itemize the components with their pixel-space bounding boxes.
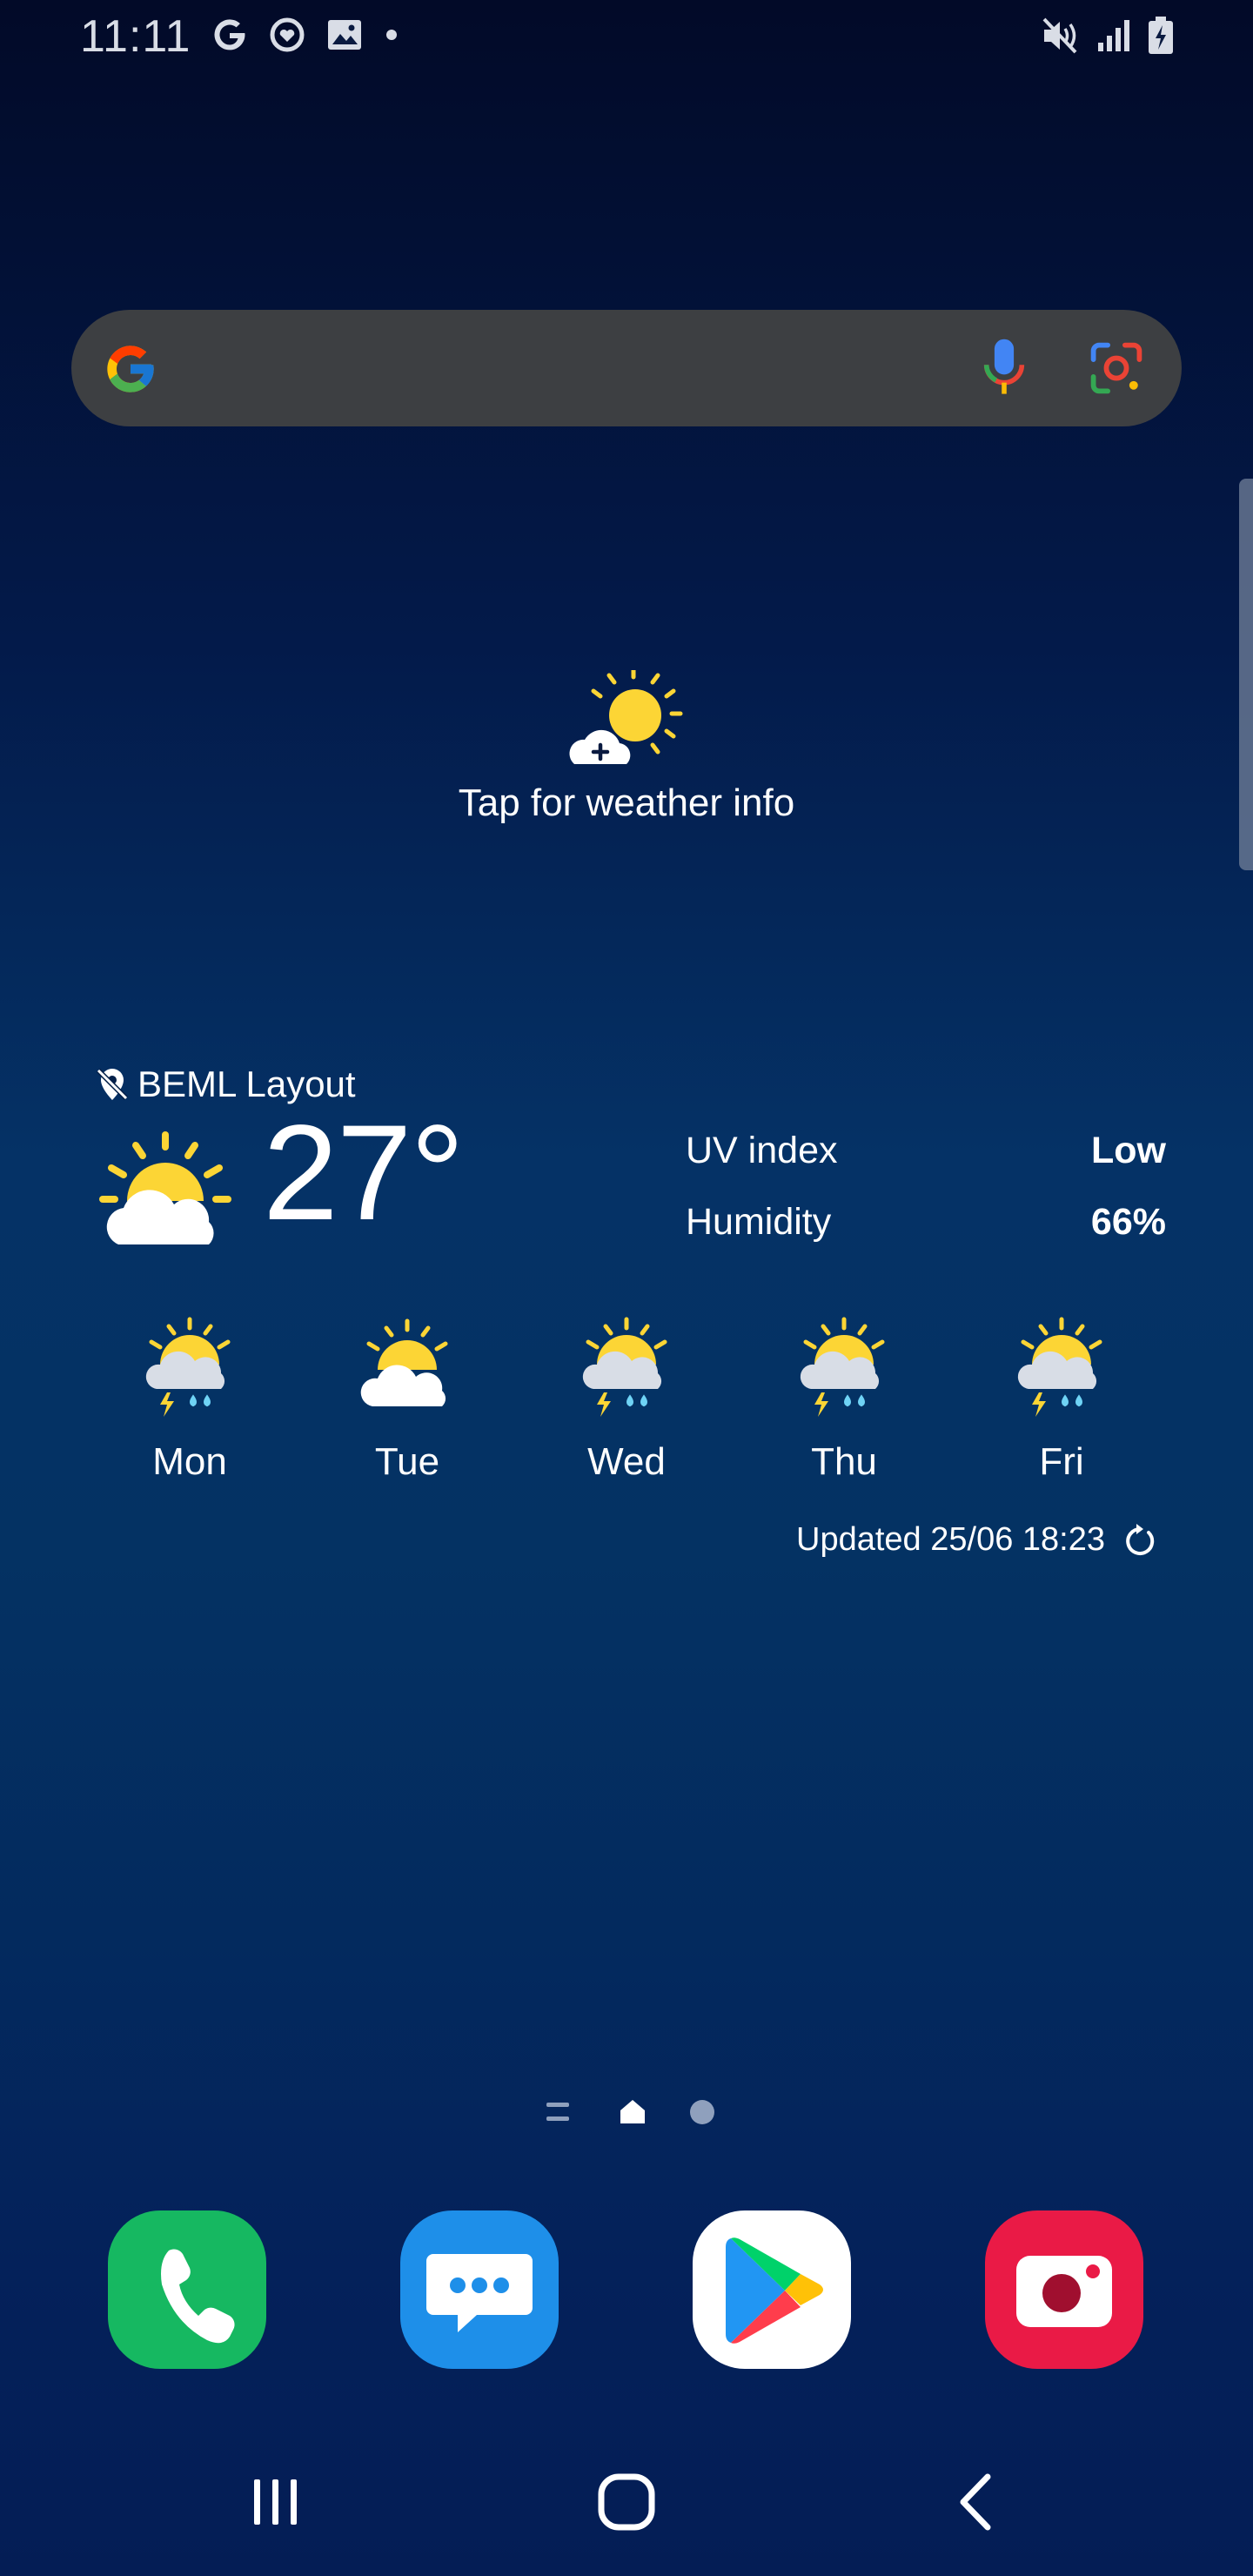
battery-charging-icon: [1149, 17, 1173, 54]
status-icons-left: [211, 16, 400, 54]
forecast-day-label: Mon: [152, 1440, 227, 1483]
thunder-rain-sun-icon: [582, 1317, 667, 1417]
uv-index-label: UV index: [686, 1130, 838, 1171]
forecast-day-wed[interactable]: Wed: [557, 1316, 696, 1484]
lens-icon[interactable]: [1088, 339, 1145, 397]
google-logo-icon: [107, 345, 154, 392]
camera-app[interactable]: [985, 2210, 1143, 2369]
location-off-icon: [96, 1068, 129, 1101]
search-input[interactable]: [176, 331, 945, 407]
status-icons-right: [1039, 16, 1175, 56]
gallery-icon: [328, 20, 361, 50]
status-time: 11:11: [80, 11, 191, 62]
uv-index-value: Low: [1091, 1130, 1166, 1171]
mute-icon: [1042, 17, 1077, 54]
back-icon: [960, 2473, 991, 2531]
updated-timestamp: Updated 25/06 18:23: [796, 1521, 1105, 1558]
home-icon: [598, 2473, 655, 2531]
refresh-icon[interactable]: [1121, 1522, 1157, 1559]
weather-add-icon[interactable]: [566, 670, 687, 775]
forecast-day-mon[interactable]: Mon: [120, 1316, 259, 1484]
google-icon: [214, 19, 245, 50]
list-page-icon[interactable]: [543, 2099, 578, 2125]
forecast-day-thu[interactable]: Thu: [774, 1316, 914, 1484]
back-button[interactable]: [929, 2463, 1025, 2541]
recent-apps-icon: [254, 2479, 297, 2525]
humidity-value: 66%: [1090, 1201, 1166, 1243]
google-search-bar[interactable]: [71, 310, 1182, 426]
camera-icon: [1016, 2256, 1112, 2327]
messages-icon: [426, 2254, 533, 2332]
home-button[interactable]: [579, 2463, 674, 2541]
play-store-icon: [726, 2237, 823, 2344]
home-page-icon[interactable]: [618, 2097, 647, 2127]
current-temperature: 27°: [263, 1097, 465, 1249]
forecast-day-label: Wed: [587, 1440, 666, 1483]
dot-icon: [386, 30, 397, 40]
forecast-day-fri[interactable]: Fri: [992, 1316, 1131, 1484]
partly-cloudy-icon: [360, 1318, 448, 1406]
tap-weather-label[interactable]: Tap for weather info: [0, 782, 1253, 825]
thunder-rain-sun-icon: [800, 1317, 885, 1417]
play-store-app[interactable]: [693, 2210, 851, 2369]
humidity-label: Humidity: [686, 1201, 832, 1243]
mic-icon[interactable]: [976, 336, 1032, 400]
partly-cloudy-icon: [99, 1131, 231, 1244]
recent-apps-button[interactable]: [228, 2463, 324, 2541]
page-indicator[interactable]: [543, 2097, 717, 2127]
page-dot-icon[interactable]: [687, 2097, 717, 2127]
thunder-rain-sun-icon: [1017, 1317, 1102, 1417]
thunder-rain-sun-icon: [145, 1317, 231, 1417]
forecast-day-label: Thu: [811, 1440, 877, 1483]
weather-updated: Updated 25/06 18:23: [796, 1521, 1157, 1559]
signal-icon: [1098, 20, 1129, 51]
heart-monitor-icon: [270, 17, 305, 52]
forecast-day-label: Tue: [374, 1440, 440, 1483]
phone-icon: [161, 2249, 235, 2344]
forecast-day-label: Fri: [1039, 1440, 1084, 1483]
messages-app[interactable]: [400, 2210, 559, 2369]
phone-app[interactable]: [108, 2210, 266, 2369]
forecast-day-tue[interactable]: Tue: [338, 1316, 477, 1484]
